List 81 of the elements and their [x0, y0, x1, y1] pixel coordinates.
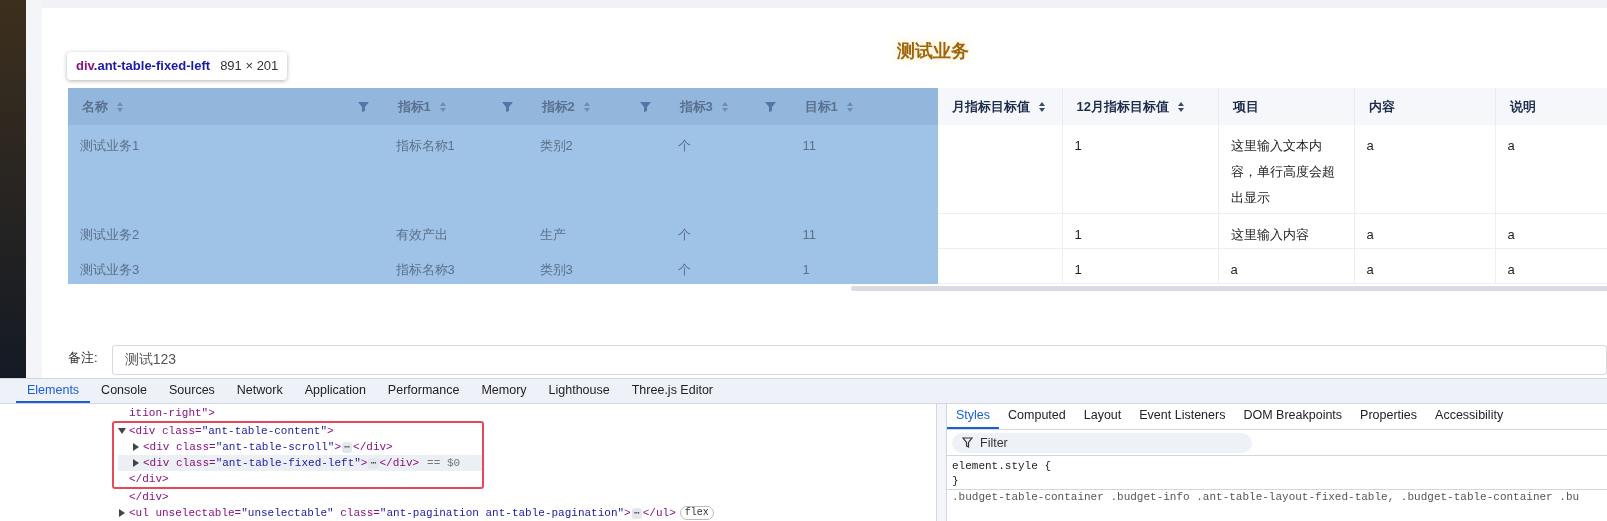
table-cell: 这里输入内容	[1218, 213, 1354, 248]
styles-pane-tab[interactable]: Styles	[947, 404, 1000, 429]
code-line[interactable]: <ul unselectable="unselectable" class="ant-pagination ant-table-pagination">	[129, 504, 631, 521]
code-line[interactable]: </div>	[129, 488, 169, 506]
column-header[interactable]: 月指标目标值	[937, 88, 1062, 125]
devtools-tab[interactable]: Application	[293, 379, 377, 403]
table-cell: 生产	[527, 213, 665, 248]
style-rule-line: }	[952, 474, 960, 489]
column-header[interactable]: 内容	[1354, 88, 1495, 125]
table-cell: 测试业务3	[68, 248, 383, 283]
styles-pane-tab[interactable]: DOM Breakpoints	[1234, 404, 1352, 429]
table-cell: 类别3	[527, 248, 665, 283]
table-cell: 测试业务1	[68, 125, 383, 213]
table-cell: 11	[790, 125, 937, 213]
filter-icon	[962, 436, 973, 448]
code-line[interactable]: <div class="ant-table-content">	[129, 422, 334, 440]
expanded-triangle-icon[interactable]	[118, 427, 129, 435]
rule-selector: .budget-table-container .budget-info .ant-table-layout-fixed-table, .budget-table-container .bu	[952, 491, 1580, 503]
styles-pane-tab[interactable]: Event Listeners	[1130, 404, 1235, 429]
filter-icon[interactable]	[764, 101, 776, 112]
table-cell: a	[1495, 125, 1607, 213]
table-cell: a	[1354, 125, 1495, 213]
devtools-tab[interactable]: Console	[90, 379, 158, 403]
selected-marker: == $0	[427, 455, 461, 471]
code-line[interactable]: </ul>	[642, 504, 676, 521]
table-cell: 指标名称3	[383, 248, 527, 283]
code-line[interactable]: <div class="ant-table-fixed-left">	[143, 454, 368, 472]
devtools-tab[interactable]: Three.js Editor	[620, 379, 724, 403]
column-header[interactable]: 12月指标目标值	[1062, 88, 1218, 125]
table-cell: 指标名称1	[383, 125, 527, 213]
code-line[interactable]: </div>	[353, 438, 393, 456]
remark-label: 备注:	[68, 348, 98, 367]
ellipsis-badge[interactable]: ⋯	[631, 507, 642, 519]
table-cell: 1	[1062, 248, 1218, 283]
table-cell: 这里输入文本内容，单行高度会超出显示	[1218, 125, 1354, 213]
code-line[interactable]: ition-right">	[129, 404, 215, 422]
element-size: 891 × 201	[220, 57, 279, 76]
element-selector: div.ant-table-fixed-left	[76, 57, 211, 76]
styles-pane-tab[interactable]: Accessibility	[1426, 404, 1513, 429]
table-cell: 1	[1062, 125, 1218, 213]
ellipsis-badge[interactable]: ⋯	[368, 457, 379, 469]
table-cell: 个	[665, 248, 790, 283]
devtools-tab[interactable]: Network	[225, 379, 294, 403]
column-header[interactable]: 项目	[1218, 88, 1354, 125]
devtools-tab[interactable]: Performance	[376, 379, 471, 403]
table-cell: a	[1495, 248, 1607, 283]
table-cell: 1	[1062, 213, 1218, 248]
filter-icon[interactable]	[639, 101, 651, 112]
table-cell: 个	[665, 213, 790, 248]
column-header[interactable]: 说明	[1495, 88, 1607, 125]
devtools-tab[interactable]: Elements	[16, 379, 91, 403]
devtools-tab[interactable]: Lighthouse	[537, 379, 621, 403]
table-cell: a	[1354, 213, 1495, 248]
styles-pane-tab[interactable]: Properties	[1351, 404, 1427, 429]
scrollbar[interactable]	[851, 285, 1607, 291]
sort-icon[interactable]	[1037, 100, 1046, 113]
sort-icon[interactable]	[1176, 100, 1185, 113]
filter-field[interactable]: Filter	[952, 432, 1252, 453]
filter-icon[interactable]	[501, 101, 513, 112]
page-title: 测试业务	[896, 40, 969, 63]
filter-icon[interactable]	[357, 101, 369, 112]
styles-pane-tab[interactable]: Computed	[999, 404, 1075, 429]
remark-field[interactable]: 测试123	[111, 344, 1607, 375]
style-rule-line: element.style {	[952, 459, 1053, 474]
table-cell: a	[1354, 248, 1495, 283]
devtools-tab[interactable]: Sources	[158, 379, 226, 403]
ellipsis-badge[interactable]: ⋯	[342, 441, 353, 453]
code-line[interactable]: <div class="ant-table-scroll">	[143, 438, 342, 456]
code-line[interactable]: </div>	[129, 470, 169, 488]
devtools-tab[interactable]: Memory	[470, 379, 538, 403]
panel-splitter[interactable]	[937, 404, 947, 521]
code-line[interactable]: </div>	[379, 454, 420, 472]
table-cell: 1	[790, 248, 937, 283]
table-cell: a	[1218, 248, 1354, 283]
table-cell: 类别2	[527, 125, 665, 213]
table-cell: a	[1495, 213, 1607, 248]
table-cell: 测试业务2	[68, 213, 383, 248]
table-cell: 11	[790, 213, 937, 248]
styles-pane-tab[interactable]: Layout	[1074, 404, 1131, 429]
table-cell: 个	[665, 125, 790, 213]
table-cell: 有效产出	[383, 213, 527, 248]
